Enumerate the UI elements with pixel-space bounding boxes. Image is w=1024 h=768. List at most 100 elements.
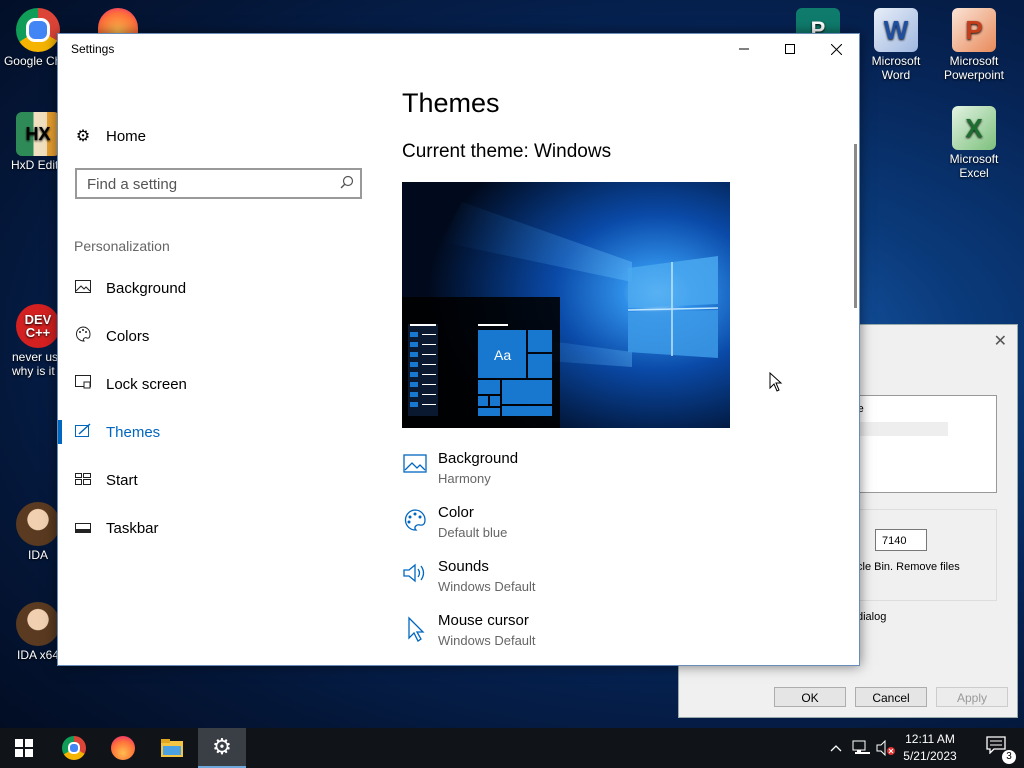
apply-button[interactable]: Apply bbox=[936, 687, 1008, 707]
clock[interactable]: 12:11 AM 5/21/2023 bbox=[894, 731, 966, 765]
show-hidden-icons[interactable] bbox=[830, 728, 842, 768]
sidebar-item-label: Start bbox=[106, 471, 138, 489]
taskbar-settings[interactable]: ⚙ bbox=[198, 728, 246, 768]
clock-date: 5/21/2023 bbox=[903, 749, 957, 763]
remove-files-option[interactable]: cle Bin. Remove files bbox=[857, 561, 960, 573]
nav-home[interactable]: ⚙ Home bbox=[74, 126, 146, 146]
theme-property-color[interactable]: Color Default blue bbox=[402, 504, 842, 558]
chrome-icon bbox=[62, 736, 86, 760]
gear-icon: ⚙ bbox=[212, 734, 232, 759]
title-bar[interactable]: Settings bbox=[58, 34, 859, 64]
preview-sample-text: Aa bbox=[494, 347, 511, 363]
desktop-icon-label: Microsoft Excel bbox=[949, 152, 999, 180]
sidebar-item-label: Background bbox=[106, 279, 187, 297]
ida64-portrait-icon bbox=[16, 602, 60, 646]
sidebar-item-themes[interactable]: Themes bbox=[58, 412, 378, 452]
property-value: Windows Default bbox=[438, 579, 536, 594]
excel-icon: X bbox=[952, 106, 996, 150]
desktop-icon-powerpoint[interactable]: P Microsoft Powerpoint bbox=[936, 8, 1012, 82]
network-icon bbox=[852, 740, 870, 754]
property-value: Harmony bbox=[438, 471, 491, 486]
maximize-button[interactable] bbox=[767, 34, 813, 64]
notification-badge: 3 bbox=[1002, 750, 1016, 764]
chrome-icon bbox=[16, 8, 60, 52]
chevron-up-icon bbox=[830, 745, 842, 752]
settings-window: Settings ⚙ Home Personalization Backgrou… bbox=[57, 33, 860, 666]
theme-properties: Background Harmony Color Default blue So… bbox=[402, 450, 842, 666]
close-button[interactable] bbox=[813, 34, 859, 64]
action-center-button[interactable]: 3 bbox=[986, 736, 1016, 764]
property-value: Default blue bbox=[438, 525, 508, 540]
property-label: Sounds bbox=[438, 558, 489, 575]
property-label: Color bbox=[438, 504, 474, 521]
theme-preview: Aa bbox=[402, 182, 730, 428]
taskbar-file-explorer[interactable] bbox=[148, 728, 196, 768]
sidebar-item-label: Taskbar bbox=[106, 519, 159, 537]
sidebar-item-start[interactable]: Start bbox=[58, 460, 378, 500]
clock-time: 12:11 AM bbox=[905, 732, 955, 746]
search-box[interactable] bbox=[75, 168, 362, 199]
volume-muted-icon bbox=[876, 740, 895, 756]
network-tray[interactable] bbox=[852, 728, 870, 768]
property-value: Windows Default bbox=[438, 633, 536, 648]
speaker-icon bbox=[402, 562, 428, 588]
scrollbar[interactable] bbox=[854, 144, 857, 308]
nav-section-heading: Personalization bbox=[74, 238, 170, 254]
start-icon bbox=[74, 472, 92, 489]
picture-icon bbox=[74, 279, 92, 297]
gear-icon: ⚙ bbox=[75, 128, 91, 145]
lock-screen-icon bbox=[74, 375, 92, 393]
brush-icon bbox=[74, 423, 92, 441]
property-label: Background bbox=[438, 450, 519, 467]
palette-icon bbox=[402, 508, 428, 534]
volume-tray[interactable] bbox=[876, 728, 896, 768]
taskbar-chrome[interactable] bbox=[50, 728, 98, 768]
sidebar-item-label: Colors bbox=[106, 327, 150, 345]
cancel-button[interactable]: Cancel bbox=[855, 687, 927, 707]
theme-property-sounds[interactable]: Sounds Windows Default bbox=[402, 558, 842, 612]
cursor-icon bbox=[402, 616, 428, 642]
powerpoint-icon: P bbox=[952, 8, 996, 52]
theme-property-background[interactable]: Background Harmony bbox=[402, 450, 842, 504]
settings-nav: ⚙ Home Personalization Background Colors… bbox=[58, 64, 378, 664]
maximize-icon bbox=[785, 44, 795, 54]
taskbar: ⚙ 12:11 AM 5/21/2023 3 bbox=[0, 728, 1024, 768]
max-size-input[interactable]: 7140 bbox=[875, 529, 927, 551]
sidebar-item-colors[interactable]: Colors bbox=[58, 316, 378, 356]
current-theme-heading: Current theme: Windows bbox=[402, 141, 612, 162]
minimize-icon bbox=[739, 48, 749, 50]
windows-logo-icon bbox=[15, 739, 33, 757]
ok-button[interactable]: OK bbox=[774, 687, 846, 707]
close-icon bbox=[830, 43, 842, 55]
devcpp-icon: DEV C++ bbox=[16, 304, 60, 348]
picture-icon bbox=[402, 454, 428, 480]
taskbar-icon bbox=[74, 520, 92, 537]
sidebar-item-lock-screen[interactable]: Lock screen bbox=[58, 364, 378, 404]
close-icon[interactable]: ✕ bbox=[994, 331, 1007, 351]
hxd-icon: HX bbox=[16, 112, 60, 156]
theme-preview-image: Aa bbox=[402, 182, 730, 428]
search-input[interactable] bbox=[77, 170, 329, 199]
folder-icon bbox=[161, 739, 183, 757]
taskbar-firefox[interactable] bbox=[99, 728, 147, 768]
window-title: Settings bbox=[71, 42, 115, 56]
confirmation-dialog-option[interactable]: dialog bbox=[857, 611, 886, 623]
search-icon[interactable] bbox=[340, 175, 354, 192]
sidebar-item-taskbar[interactable]: Taskbar bbox=[58, 508, 378, 548]
nav-home-label: Home bbox=[106, 127, 147, 145]
page-title: Themes bbox=[402, 88, 500, 118]
theme-property-mouse-cursor[interactable]: Mouse cursor Windows Default bbox=[402, 612, 842, 666]
sidebar-item-label: Themes bbox=[106, 423, 161, 441]
desktop-icon-word[interactable]: W Microsoft Word bbox=[858, 8, 934, 82]
mouse-pointer-icon bbox=[769, 372, 783, 392]
sidebar-item-label: Lock screen bbox=[106, 375, 187, 393]
ida-portrait-icon bbox=[16, 502, 60, 546]
sidebar-item-background[interactable]: Background bbox=[58, 268, 378, 308]
palette-icon bbox=[74, 326, 92, 346]
property-label: Mouse cursor bbox=[438, 612, 529, 629]
firefox-icon bbox=[111, 736, 135, 760]
desktop-icon-excel[interactable]: X Microsoft Excel bbox=[936, 106, 1012, 180]
start-button[interactable] bbox=[0, 728, 48, 768]
desktop-icon-label: Microsoft Word bbox=[871, 54, 921, 82]
minimize-button[interactable] bbox=[721, 34, 767, 64]
